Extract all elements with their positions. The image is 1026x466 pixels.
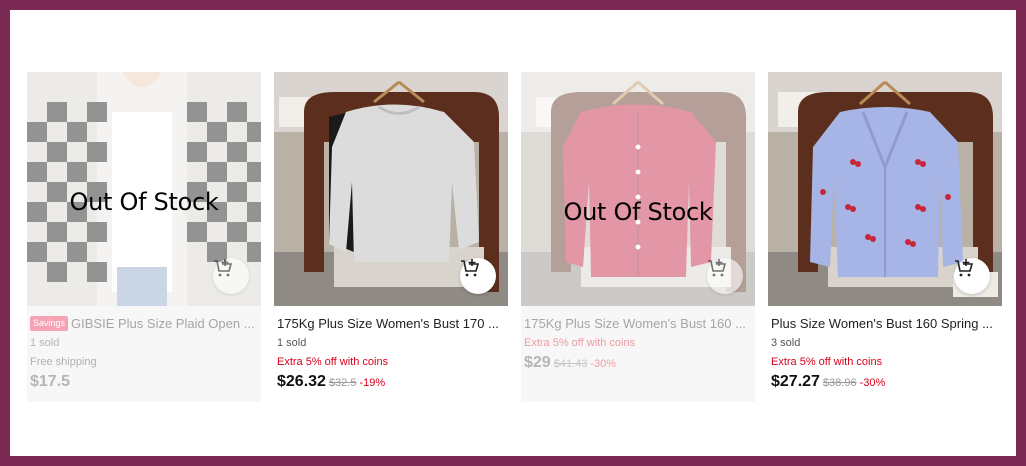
price: $17.5 [30,373,71,390]
add-to-cart-button[interactable] [707,258,743,294]
add-to-cart-button[interactable] [460,258,496,294]
add-to-cart-icon [461,259,480,277]
add-to-cart-icon [955,259,974,277]
screenshot-frame: Out Of Stock Savings GIBSIE Plus Size Pl… [10,10,1016,456]
product-card[interactable]: Out Of Stock 175Kg Plus Size Women's Bus… [521,72,755,402]
red-cardigan-image[interactable]: Out Of Stock [521,72,755,306]
product-title[interactable]: 175Kg Plus Size Women's Bust 170 ... [277,316,499,331]
add-to-cart-button[interactable] [954,258,990,294]
add-to-cart-icon [708,259,727,277]
sold-count: 1 sold [30,337,60,349]
coin-promo: Extra 5% off with coins [771,356,883,368]
savings-badge: Savings [30,315,69,331]
out-of-stock-label: Out Of Stock [69,188,219,216]
coin-promo: Extra 5% off with coins [524,337,636,349]
original-price: $41.43 [553,358,588,370]
sold-count: 3 sold [771,337,801,349]
shipping-info: Free shipping [30,356,97,368]
discount-percent: -30% [859,377,886,389]
discount-percent: -19% [359,377,386,389]
product-title[interactable]: Plus Size Women's Bust 160 Spring ... [771,316,993,331]
original-price: $32.5 [328,377,357,389]
blue-cherry-cardigan-image[interactable] [768,72,1002,306]
out-of-stock-label: Out Of Stock [563,198,713,226]
product-card[interactable]: 175Kg Plus Size Women's Bust 170 ... 1 s… [274,72,508,402]
sold-count: 1 sold [277,337,307,349]
add-to-cart-button[interactable] [213,258,249,294]
original-price: $38.96 [822,377,857,389]
product-title[interactable]: GIBSIE Plus Size Plaid Open ... [71,316,255,331]
discount-percent: -30% [590,358,617,370]
checkered-cardigan-image[interactable]: Out Of Stock [27,72,261,306]
coin-promo: Extra 5% off with coins [277,356,389,368]
product-card[interactable]: Out Of Stock Savings GIBSIE Plus Size Pl… [27,72,261,402]
product-title[interactable]: 175Kg Plus Size Women's Bust 160 ... [524,316,746,331]
price: $29 [524,354,551,371]
price: $27.27 [771,373,820,390]
add-to-cart-icon [214,259,233,277]
product-card[interactable]: Plus Size Women's Bust 160 Spring ... 3 … [768,72,1002,402]
grey-sweatshirt-image[interactable] [274,72,508,306]
product-grid: Out Of Stock Savings GIBSIE Plus Size Pl… [27,72,1002,402]
price: $26.32 [277,373,326,390]
